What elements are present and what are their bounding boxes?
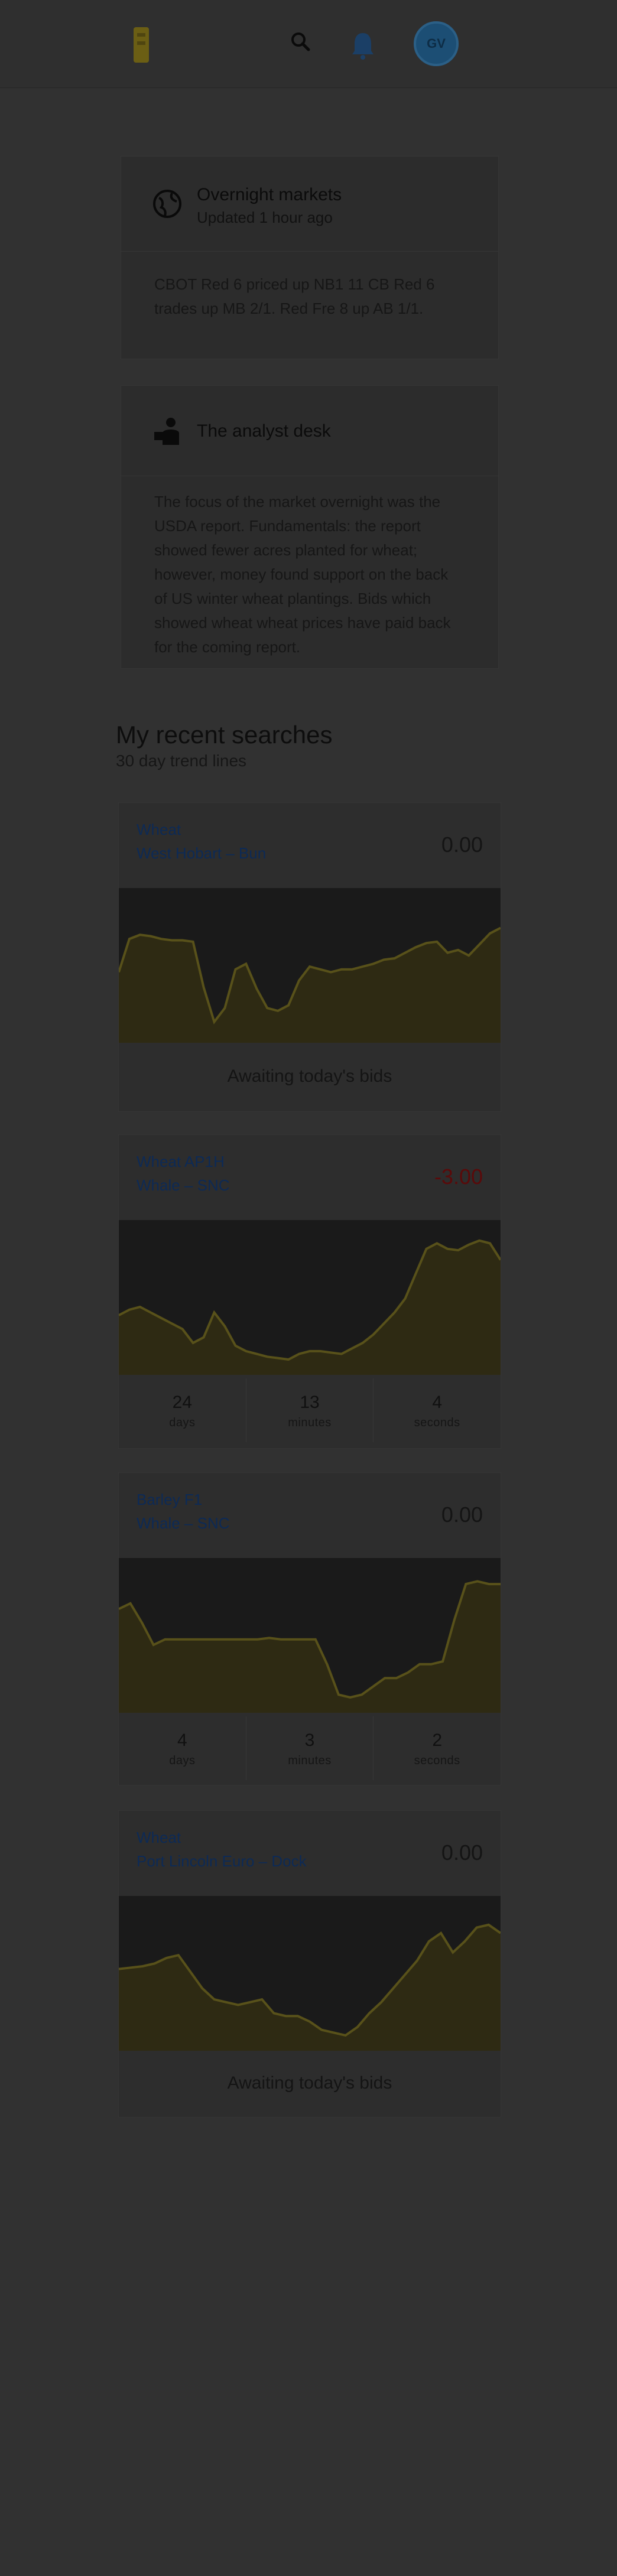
- stat-number: 4: [432, 1393, 443, 1412]
- price-change: -3.00: [434, 1165, 483, 1189]
- trend-chart: [119, 1220, 501, 1375]
- stat-label: minutes: [288, 1416, 332, 1429]
- stat-seconds: 4 seconds: [374, 1378, 501, 1442]
- card-body-text: The focus of the market overnight was th…: [154, 493, 451, 656]
- stat-number: 4: [177, 1731, 187, 1750]
- location-name[interactable]: Whale – SNC: [137, 1514, 230, 1533]
- analyst-desk-card: The analyst desk The focus of the market…: [121, 385, 499, 669]
- commodity-name[interactable]: Barley F1: [137, 1491, 202, 1509]
- commodity-name[interactable]: Wheat: [137, 821, 181, 839]
- trend-area: [119, 1240, 501, 1375]
- card-title: The analyst desk: [197, 421, 331, 441]
- trend-area: [119, 928, 501, 1043]
- stat-seconds: 2 seconds: [374, 1716, 501, 1780]
- analyst-icon: [154, 418, 179, 445]
- stat-number: 13: [300, 1393, 320, 1412]
- stat-number: 2: [432, 1731, 443, 1750]
- stat-label: seconds: [414, 1754, 460, 1767]
- location-name[interactable]: West Hobart – Bun: [137, 844, 266, 863]
- stat-days: 24 days: [119, 1378, 246, 1442]
- trend-area: [119, 1581, 501, 1713]
- bell-icon[interactable]: [351, 31, 375, 60]
- logo-icon[interactable]: [131, 25, 151, 65]
- awaiting-bids-text: Awaiting today's bids: [227, 2073, 392, 2093]
- trend-svg: [119, 1239, 501, 1375]
- trend-svg: [119, 1923, 501, 2051]
- price-change: 0.00: [441, 1840, 483, 1865]
- stat-label: days: [169, 1416, 196, 1429]
- overnight-markets-card: Overnight markets Updated 1 hour ago CBO…: [121, 156, 499, 359]
- top-bar: GV: [0, 0, 617, 88]
- search-card[interactable]: Wheat Port Lincoln Euro – Dock 0.00 Awai…: [118, 1810, 501, 2118]
- stat-label: days: [169, 1754, 196, 1767]
- trend-chart: [119, 1558, 501, 1713]
- stat-minutes: 3 minutes: [246, 1716, 374, 1780]
- globe-icon: [153, 190, 181, 218]
- card-updated-time: Updated 1 hour ago: [197, 209, 333, 226]
- awaiting-bids-text: Awaiting today's bids: [227, 1066, 392, 1086]
- price-change: 0.00: [441, 832, 483, 857]
- search-card[interactable]: Barley F1 Whale – SNC 0.00 4 days 3 minu…: [118, 1472, 501, 1785]
- trend-svg: [119, 926, 501, 1043]
- search-card[interactable]: Wheat AP1H Whale – SNC -3.00 24 days 13 …: [118, 1134, 501, 1449]
- countdown-stats: 24 days 13 minutes 4 seconds: [119, 1378, 501, 1442]
- stat-minutes: 13 minutes: [246, 1378, 374, 1442]
- trend-chart: [119, 888, 501, 1043]
- trend-svg: [119, 1580, 501, 1713]
- location-name[interactable]: Port Lincoln Euro – Dock: [137, 1852, 307, 1871]
- section-subtitle: 30 day trend lines: [116, 752, 247, 770]
- price-change: 0.00: [441, 1502, 483, 1527]
- countdown-stats: 4 days 3 minutes 2 seconds: [119, 1716, 501, 1780]
- avatar[interactable]: GV: [414, 21, 459, 66]
- section-title: My recent searches: [116, 721, 333, 749]
- trend-chart: [119, 1896, 501, 2051]
- stat-number: 3: [304, 1731, 315, 1750]
- search-icon[interactable]: [290, 31, 311, 52]
- stat-label: minutes: [288, 1754, 332, 1767]
- card-body-text: CBOT Red 6 priced up NB1 11 CB Red 6 tra…: [154, 275, 435, 317]
- commodity-name[interactable]: Wheat AP1H: [137, 1153, 225, 1171]
- commodity-name[interactable]: Wheat: [137, 1829, 181, 1847]
- stat-number: 24: [172, 1393, 193, 1412]
- card-title: Overnight markets: [197, 185, 342, 204]
- stat-days: 4 days: [119, 1716, 246, 1780]
- search-card[interactable]: Wheat West Hobart – Bun 0.00 Awaiting to…: [118, 802, 501, 1112]
- trend-area: [119, 1924, 501, 2051]
- stat-label: seconds: [414, 1416, 460, 1429]
- location-name[interactable]: Whale – SNC: [137, 1176, 230, 1195]
